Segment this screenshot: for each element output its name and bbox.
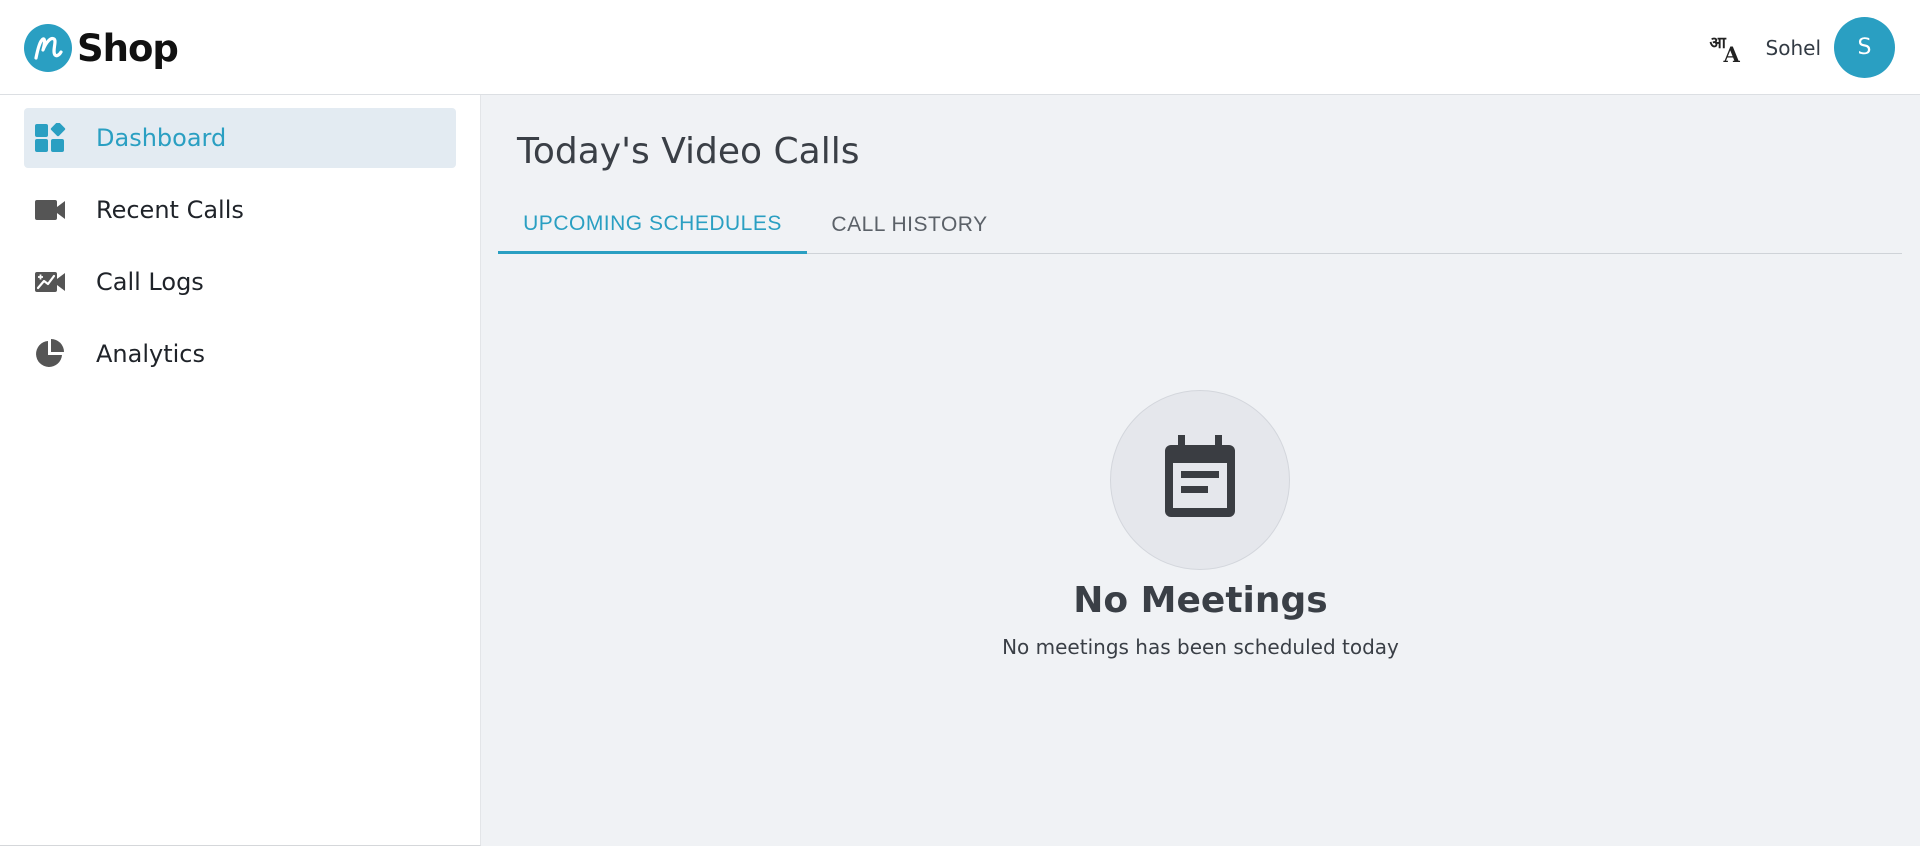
sidebar-item-label: Analytics (96, 340, 205, 368)
tab-call-history[interactable]: CALL HISTORY (807, 196, 1012, 254)
tab-label: UPCOMING SCHEDULES (523, 211, 782, 235)
header-user-area: आ A Sohel S (1710, 17, 1895, 78)
sidebar-item-label: Recent Calls (96, 196, 244, 224)
language-glyph-secondary: A (1723, 41, 1740, 67)
user-name[interactable]: Sohel (1766, 36, 1821, 60)
video-camera-icon (34, 195, 66, 225)
sidebar-item-label: Dashboard (96, 124, 227, 152)
tab-upcoming-schedules[interactable]: UPCOMING SCHEDULES (498, 196, 807, 254)
avatar[interactable]: S (1834, 17, 1895, 78)
empty-state-subtitle: No meetings has been scheduled today (1002, 635, 1399, 659)
page-title: Today's Video Calls (517, 131, 860, 172)
sidebar-item-dashboard[interactable]: Dashboard (24, 108, 456, 168)
sidebar-item-label: Call Logs (96, 268, 204, 296)
translate-icon[interactable]: आ A (1710, 31, 1744, 67)
tab-bar: UPCOMING SCHEDULES CALL HISTORY (498, 196, 1902, 254)
main-content: Today's Video Calls UPCOMING SCHEDULES C… (481, 95, 1920, 846)
dashboard-icon (34, 121, 66, 153)
tab-label: CALL HISTORY (831, 213, 988, 236)
calendar-icon (1165, 435, 1235, 517)
sidebar-item-analytics[interactable]: Analytics (24, 324, 456, 384)
top-header: Shop आ A Sohel S (0, 0, 1920, 95)
n-script-logo-icon (24, 24, 72, 72)
sidebar-item-call-logs[interactable]: Call Logs (24, 252, 456, 312)
app-logo[interactable]: Shop (24, 24, 179, 72)
avatar-initial: S (1857, 35, 1872, 60)
pie-chart-icon (34, 339, 66, 369)
empty-state-icon-circle (1110, 390, 1290, 570)
call-logs-icon (34, 267, 66, 297)
sidebar: Dashboard Recent Calls Call Logs Analyti… (0, 95, 481, 846)
app-name: Shop (77, 26, 179, 70)
sidebar-item-recent-calls[interactable]: Recent Calls (24, 180, 456, 240)
empty-state-title: No Meetings (1073, 580, 1328, 621)
